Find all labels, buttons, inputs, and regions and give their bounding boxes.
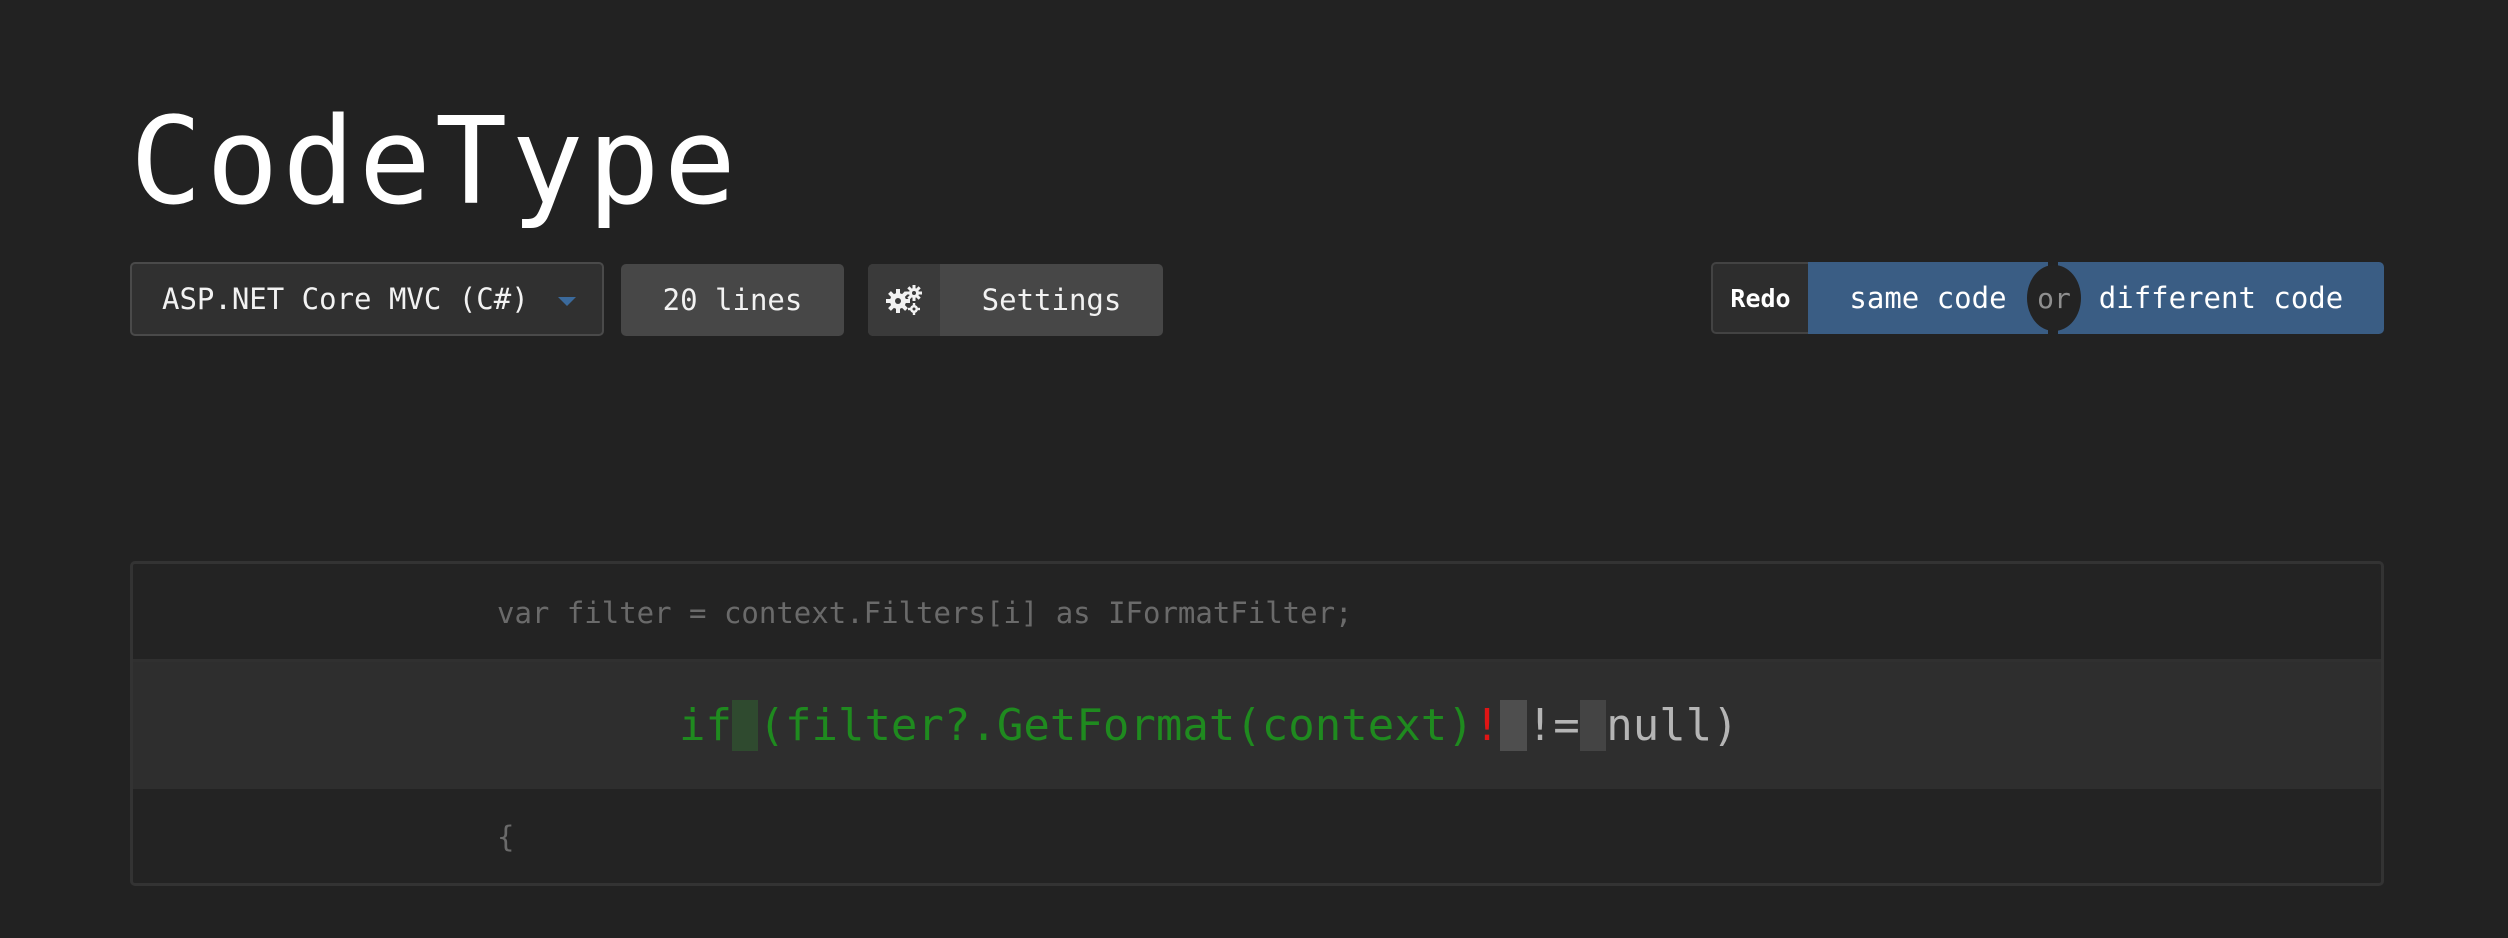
or-divider: or (2027, 265, 2081, 331)
language-select-value: ASP.NET Core MVC (C#) (162, 282, 529, 316)
next-code-line: { (497, 820, 515, 854)
error-char: ! (1473, 700, 1501, 751)
redo-different-code-button[interactable]: different code (2058, 262, 2384, 334)
lines-button-label: 20 lines (662, 283, 803, 317)
app-title: CodeType (130, 93, 740, 232)
pending-text: null) (1606, 700, 1739, 751)
typed-text: (filter?.GetFormat(context) (758, 700, 1474, 751)
redo-same-code-button[interactable]: same code (1808, 262, 2048, 334)
gears-icon (868, 264, 940, 336)
language-select[interactable]: ASP.NET Core MVC (C#) (130, 262, 604, 336)
settings-button-label: Settings (981, 283, 1122, 317)
chevron-down-icon (558, 297, 576, 306)
typed-space (731, 700, 759, 751)
lines-button[interactable]: 20 lines (621, 264, 844, 336)
settings-button[interactable]: Settings (868, 264, 1163, 336)
code-panel[interactable]: var filter = context.Filters[i] as IForm… (130, 561, 2384, 886)
typed-text: if (679, 700, 732, 751)
text-cursor (1500, 700, 1527, 751)
redo-label: Redo (1711, 262, 1808, 334)
pending-space (1579, 700, 1607, 751)
previous-code-line: var filter = context.Filters[i] as IForm… (133, 564, 2381, 662)
current-code-line[interactable]: if (filter?.GetFormat(context)! != null) (133, 662, 2381, 789)
pending-text: != (1526, 700, 1580, 751)
